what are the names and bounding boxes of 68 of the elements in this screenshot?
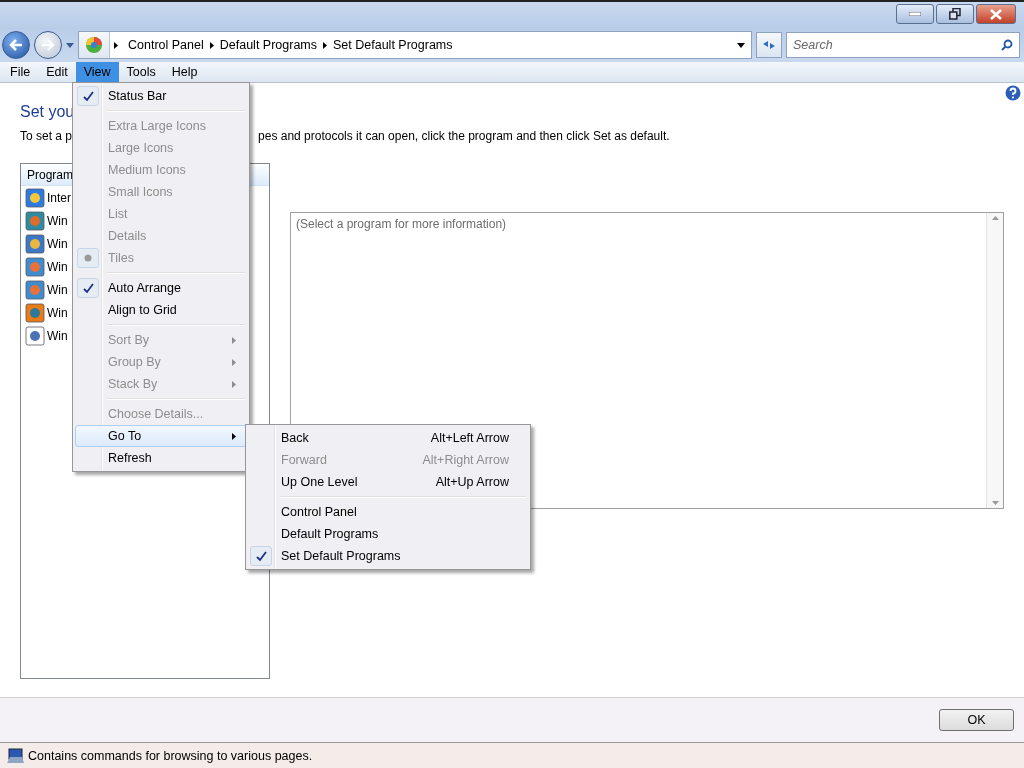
menu-bar-item[interactable]: Edit <box>38 62 76 82</box>
breadcrumb[interactable]: Control Panel <box>122 38 210 52</box>
scroll-down-icon[interactable] <box>991 501 999 505</box>
breadcrumb[interactable]: Default Programs <box>213 38 323 52</box>
monitor-icon <box>6 747 24 764</box>
menu-item[interactable]: Align to Grid <box>75 299 247 321</box>
ok-button[interactable]: OK <box>939 709 1014 731</box>
checkmark-icon <box>82 90 94 102</box>
refresh-icon <box>762 39 776 51</box>
program-name[interactable]: Inter <box>47 190 71 205</box>
close-icon <box>990 8 1002 20</box>
submenu-arrow-icon <box>232 432 236 440</box>
dropdown-arrow-icon[interactable] <box>737 42 745 48</box>
status-text: Contains commands for browsing to various pages. <box>28 748 313 763</box>
menu-bar-item[interactable]: File <box>2 62 39 82</box>
program-name[interactable]: Win <box>47 282 68 297</box>
restore-icon <box>949 8 961 20</box>
menu-bar-item[interactable]: Help <box>163 62 206 82</box>
breadcrumb[interactable]: Set Default Programs <box>327 38 459 52</box>
scrollbar[interactable] <box>986 213 1003 508</box>
close-button[interactable] <box>976 4 1016 24</box>
program-name[interactable]: Win <box>47 259 68 274</box>
minimize-button[interactable] <box>896 4 934 24</box>
menu-item[interactable]: Auto Arrange <box>75 277 247 299</box>
program-icon <box>25 210 45 231</box>
program-icon <box>25 279 45 300</box>
submenu-arrow-icon <box>232 380 236 388</box>
breadcrumb-arrow-icon <box>323 41 327 49</box>
program-name[interactable]: Win <box>47 213 68 228</box>
description-text: pes and protocols it can open, click the program and then click Set as default. <box>258 129 670 143</box>
submenu-arrow-icon <box>232 358 236 366</box>
restore-button[interactable] <box>936 4 974 24</box>
search-field[interactable]: Search <box>786 32 1020 58</box>
program-name[interactable]: Win <box>47 236 68 251</box>
menu-item[interactable]: Go To <box>75 425 247 447</box>
search-input[interactable]: Search <box>791 37 1001 53</box>
submenu-arrow-icon <box>232 336 236 344</box>
menu-bar-item[interactable]: View <box>75 62 119 82</box>
minimize-icon <box>909 12 921 16</box>
help-icon[interactable] <box>1005 85 1021 101</box>
radio-dot-icon <box>84 254 92 262</box>
breadcrumb-arrow-icon <box>114 42 118 49</box>
program-name[interactable]: Win <box>47 305 68 320</box>
breadcrumb-arrow-icon <box>209 41 214 49</box>
forward-arrow-icon <box>41 39 55 51</box>
back-arrow-icon <box>9 39 23 51</box>
scroll-up-icon[interactable] <box>991 216 999 220</box>
back-button[interactable] <box>2 31 30 59</box>
description-text: To set a p <box>20 129 73 143</box>
refresh-button[interactable] <box>756 32 782 58</box>
info-placeholder: (Select a program for more information) <box>296 217 507 231</box>
program-icon <box>25 325 45 346</box>
menu-item[interactable]: Refresh <box>75 447 247 469</box>
menu-bar-item[interactable]: Tools <box>118 62 164 82</box>
program-icon <box>25 187 45 208</box>
menu-item[interactable]: Set Default Programs <box>248 545 528 567</box>
column-header[interactable]: Program <box>27 167 73 182</box>
search-icon <box>1001 39 1013 51</box>
program-name[interactable]: Win <box>47 328 68 343</box>
checkmark-icon <box>82 282 94 294</box>
program-icon <box>25 233 45 254</box>
forward-button[interactable] <box>34 31 62 59</box>
program-icon <box>25 256 45 277</box>
address-bar[interactable]: Control Panel Default Programs Set Default Programs <box>78 31 752 59</box>
program-icon <box>25 302 45 323</box>
menu-item[interactable]: Status Bar <box>75 85 247 107</box>
menu-item[interactable]: Default Programs <box>248 523 528 545</box>
checkmark-icon <box>255 550 267 562</box>
